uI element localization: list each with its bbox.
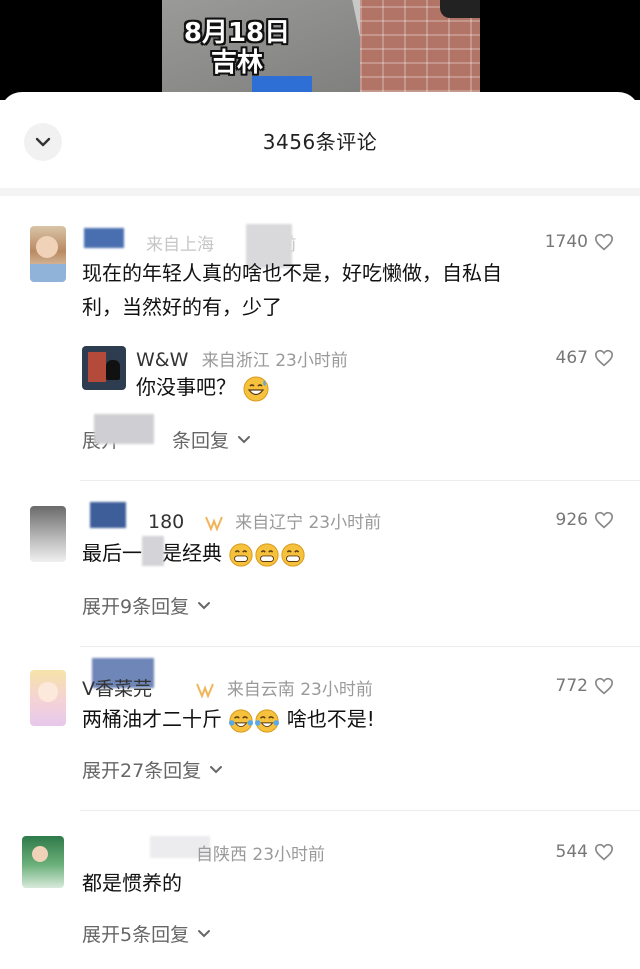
video-caption-date: 8月18日 [183,18,291,48]
like-button[interactable]: 926 [556,510,614,530]
chevron-down-icon [210,766,223,774]
heart-outline-icon [594,511,614,529]
grin-emoji-icon [281,542,305,567]
grin-emoji-icon [255,542,279,567]
comment-meta: V香菜芫 来自云南 23小时前 [82,674,373,701]
comment-text: 现在的年轻人真的啥也不是，好吃懒做，自私自 利，当然好的有，少了 [82,256,582,324]
redaction-block [84,228,124,248]
reply-username[interactable]: W&W [136,349,188,371]
reply-like-count: 467 [555,348,588,368]
comment-text: 两桶油才二十斤 啥也不是! [82,702,375,736]
video-preview[interactable]: 8月18日 吉林 [0,0,640,100]
comment-location-time: 来自云南 23小时前 [226,680,373,700]
reply-location-time: 来自浙江 23小时前 [201,351,348,371]
comment-location: 来自上海 [146,235,214,255]
tears-of-joy-emoji-icon [229,708,254,733]
badge-icon [204,516,223,531]
redaction-block [90,502,126,528]
redaction-block [142,536,164,566]
video-blue-object [252,76,312,92]
header-divider [0,188,640,196]
heart-outline-icon [594,843,614,861]
video-frame: 8月18日 吉林 [162,0,480,92]
reply-avatar[interactable] [82,346,126,390]
comment-divider [80,810,640,811]
chevron-down-icon [198,602,211,610]
expand-suffix: 条回复 [172,430,230,452]
like-button[interactable]: 544 [556,842,614,862]
like-button[interactable]: 772 [556,676,614,696]
heart-outline-icon [594,233,614,251]
avatar[interactable] [30,226,66,282]
video-dark-object [440,0,480,18]
expand-label: 展开27条回复 [82,760,202,782]
comment-divider [80,646,640,647]
expand-replies-button[interactable]: 展开9条回复 [82,592,211,619]
chevron-down-icon [238,436,251,444]
heart-outline-icon [594,349,614,367]
comment-divider [80,480,640,481]
grin-emoji-icon [229,542,253,567]
chevron-down-icon [198,930,211,938]
expand-label: 展开9条回复 [82,596,190,618]
avatar[interactable] [22,836,64,888]
badge-icon [196,683,215,698]
username[interactable]: V香菜芫 [82,678,152,700]
comment-location-time: 来自辽宁 23小时前 [235,513,382,533]
avatar[interactable] [30,506,66,562]
like-count: 1740 [544,232,588,252]
like-count: 544 [555,842,588,862]
expand-replies-button[interactable]: 展开5条回复 [82,920,211,947]
comment-meta: 自陕西 23小时前 [196,840,325,865]
expand-label: 展开5条回复 [82,924,190,946]
avatar[interactable] [30,670,66,726]
heart-outline-icon [594,677,614,695]
username[interactable]: 180 [148,511,184,533]
reply-like-button[interactable]: 467 [556,348,614,368]
like-count: 926 [555,510,588,530]
reply-text: 你没事吧？ [136,370,270,404]
comment-meta: 180 来自辽宁 23小时前 [128,508,381,533]
video-caption: 8月18日 吉林 [172,18,302,78]
redaction-block [94,414,154,444]
comment-text: 都是惯养的 [82,871,182,895]
comment-text: 最后一 是经典 [82,536,306,570]
comments-count-title: 3456条评论 [262,130,378,154]
comment-location-time: 自陕西 23小时前 [196,845,326,865]
reply-meta: W&W 来自浙江 23小时前 [136,346,348,371]
tears-of-joy-emoji-icon [255,708,280,733]
sweat-smile-emoji-icon [243,376,269,401]
comments-header: 3456条评论 [0,92,640,190]
like-button[interactable]: 1740 [545,232,614,252]
video-caption-city: 吉林 [210,48,263,78]
expand-replies-button[interactable]: 展开27条回复 [82,756,223,783]
like-count: 772 [555,676,588,696]
comment-text-line: 现在的年轻人真的啥也不是，好吃懒做，自私自 [82,261,502,285]
comment-text-line: 利，当然好的有，少了 [82,295,282,319]
